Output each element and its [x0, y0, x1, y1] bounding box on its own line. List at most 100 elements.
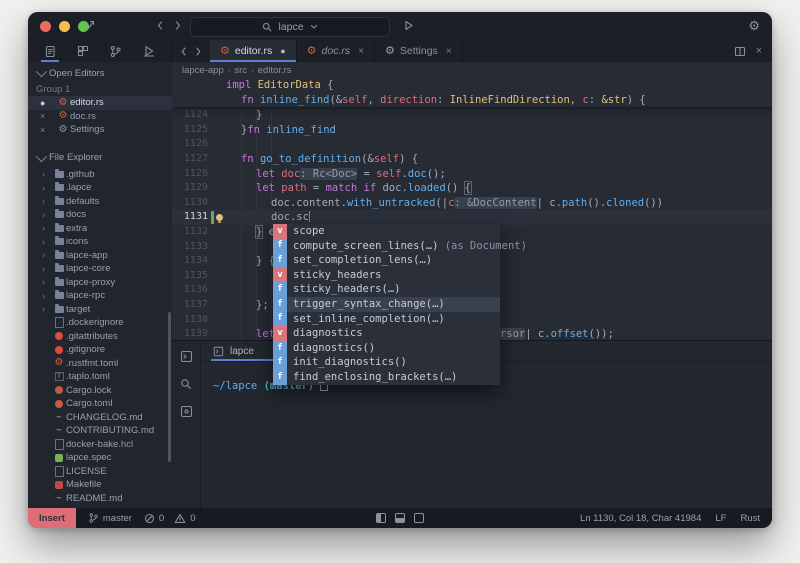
completion-item-trigger_syntax_change-[interactable]: f trigger_syntax_change(…)	[273, 296, 500, 312]
folder-lapce-core[interactable]: › lapce-core	[28, 262, 172, 276]
folder--github[interactable]: › .github	[28, 168, 172, 182]
close-icon[interactable]: ×	[446, 46, 452, 57]
line-ending[interactable]: LF	[715, 513, 726, 524]
folder--lapce[interactable]: › .lapce	[28, 181, 172, 195]
file-cargo-toml[interactable]: Cargo.toml	[28, 397, 172, 411]
code-line-1130[interactable]: 1130 doc.content.with_untracked(|c: &DocC…	[172, 196, 772, 211]
file-license[interactable]: LICENSE	[28, 465, 172, 479]
completion-label: sticky_headers(…)	[293, 283, 401, 296]
folder-lapce-app[interactable]: › lapce-app	[28, 249, 172, 263]
file-explorer-title: File Explorer	[49, 152, 103, 163]
tab-prev-button[interactable]	[180, 46, 187, 57]
completion-item-set_inline_completion-[interactable]: f set_inline_completion(…)	[273, 311, 500, 327]
split-editor-icon[interactable]	[734, 46, 746, 57]
completion-item-find_enclosing_brackets-[interactable]: f find_enclosing_brackets(…)	[273, 369, 500, 385]
debug-console-icon[interactable]	[180, 405, 193, 418]
sticky-line[interactable]: impl EditorData {	[172, 78, 772, 93]
file-explorer-icon[interactable]	[41, 40, 59, 62]
toggle-left-panel-icon[interactable]	[376, 513, 386, 523]
settings-gear-icon[interactable]: ⚙	[748, 18, 760, 34]
tab-settings[interactable]: ⚙ Settings ×	[375, 40, 463, 62]
folder-target[interactable]: › target	[28, 303, 172, 317]
completion-item-diagnostics[interactable]: v diagnostics	[273, 326, 500, 341]
code-line-1131[interactable]: 1131 doc.sc	[172, 210, 772, 225]
folder-docs[interactable]: › docs	[28, 208, 172, 222]
sidebar-scrollbar[interactable]	[168, 312, 171, 462]
file-readme-md[interactable]: ~ README.md	[28, 492, 172, 506]
minimize-window-button[interactable]	[59, 20, 70, 32]
folder-lapce-rpc[interactable]: › lapce-rpc	[28, 289, 172, 303]
file-makefile[interactable]: Makefile	[28, 478, 172, 492]
file-changelog-md[interactable]: ~ CHANGELOG.md	[28, 411, 172, 425]
file--gitignore[interactable]: .gitignore	[28, 343, 172, 357]
plugin-icon[interactable]	[77, 40, 89, 62]
completion-item-diagnostics-[interactable]: f diagnostics()	[273, 340, 500, 356]
debug-icon[interactable]	[143, 40, 155, 62]
breadcrumb[interactable]: lapce-app › src › editor.rs	[172, 62, 772, 79]
close-icon[interactable]: ×	[358, 46, 364, 57]
remote-connection-icon[interactable]	[84, 19, 97, 32]
code-line-1127[interactable]: 1127 fn go_to_definition(&self) {	[172, 152, 772, 167]
code-line-1125[interactable]: 1125}fn inline_find	[172, 123, 772, 138]
git-icon	[55, 345, 63, 354]
close-icon[interactable]: ×	[40, 111, 56, 121]
run-button[interactable]	[403, 19, 414, 32]
completion-item-sticky_headers[interactable]: v sticky_headers	[273, 267, 500, 283]
file-lapce-spec[interactable]: lapce.spec	[28, 451, 172, 465]
function-kind-icon: f	[273, 340, 287, 356]
dirty-indicator[interactable]: ●	[40, 98, 56, 108]
file-docker-bake-hcl[interactable]: docker-bake.hcl	[28, 438, 172, 452]
lapce-window: lapce ⚙ ⚙ editor.rs ● ⚙ doc.rs × ⚙ Settings ×	[28, 12, 772, 528]
close-window-button[interactable]	[40, 20, 51, 32]
close-editor-icon[interactable]: ×	[756, 45, 762, 57]
source-control-icon[interactable]	[109, 40, 122, 62]
terminal-icon[interactable]	[180, 350, 193, 363]
file-explorer-header[interactable]: File Explorer	[28, 147, 172, 165]
code-line-1126[interactable]: 1126	[172, 137, 772, 152]
problems-indicator[interactable]: 0 0	[144, 513, 196, 524]
tab-next-button[interactable]	[195, 46, 202, 57]
history-forward-button[interactable]	[174, 19, 182, 32]
completion-item-init_diagnostics-[interactable]: f init_diagnostics()	[273, 355, 500, 370]
code-line-1124[interactable]: 1124}	[172, 108, 772, 123]
command-palette-button[interactable]: lapce	[190, 16, 390, 37]
folder-defaults[interactable]: › defaults	[28, 195, 172, 209]
folder-extra[interactable]: › extra	[28, 222, 172, 236]
file--taplo-toml[interactable]: T .taplo.toml	[28, 370, 172, 384]
toggle-bottom-panel-icon[interactable]	[395, 513, 405, 523]
open-editors-list: ● ⚙ editor.rs × ⚙ doc.rs × ⚙ Settings	[28, 96, 172, 137]
open-editor-settings[interactable]: × ⚙ Settings	[28, 123, 172, 137]
open-editor-editor-rs[interactable]: ● ⚙ editor.rs	[28, 96, 172, 110]
close-icon[interactable]: ×	[40, 125, 56, 135]
sticky-line[interactable]: fn inline_find(&self, direction: InlineF…	[172, 93, 772, 108]
open-editors-header[interactable]: Open Editors	[28, 62, 172, 80]
file--dockerignore[interactable]: .dockerignore	[28, 316, 172, 330]
folder-icon	[54, 209, 64, 219]
history-back-button[interactable]	[156, 19, 164, 32]
folder-icons[interactable]: › icons	[28, 235, 172, 249]
git-branch-indicator[interactable]: master	[88, 512, 132, 524]
terminal-tab[interactable]: lapce	[211, 341, 280, 361]
completion-item-set_completion_lens-[interactable]: f set_completion_lens(…)	[273, 253, 500, 268]
tab-doc-rs[interactable]: ⚙ doc.rs ×	[297, 40, 375, 62]
completion-item-sticky_headers-[interactable]: f sticky_headers(…)	[273, 282, 500, 297]
completion-item-compute_screen_lines-[interactable]: f compute_screen_lines(…) (as Document)	[273, 238, 527, 254]
file-cargo-lock[interactable]: Cargo.lock	[28, 384, 172, 398]
lightbulb-icon[interactable]	[216, 214, 223, 224]
file--gitattributes[interactable]: .gitattributes	[28, 330, 172, 344]
tab-label: Settings	[399, 45, 438, 57]
search-icon[interactable]	[180, 378, 192, 390]
open-editor-doc-rs[interactable]: × ⚙ doc.rs	[28, 110, 172, 124]
folder-lapce-proxy[interactable]: › lapce-proxy	[28, 276, 172, 290]
completion-item-scope[interactable]: v scope	[273, 224, 500, 239]
file-contributing-md[interactable]: ~ CONTRIBUTING.md	[28, 424, 172, 438]
code-line-1129[interactable]: 1129 let path = match if doc.loaded() {	[172, 181, 772, 196]
tab-editor-rs[interactable]: ⚙ editor.rs ●	[210, 40, 297, 62]
editor-mode-badge[interactable]: Insert	[28, 508, 76, 528]
code-line-1128[interactable]: 1128 let doc: Rc<Doc> = self.doc();	[172, 167, 772, 182]
language-mode[interactable]: Rust	[740, 513, 760, 524]
toggle-right-panel-icon[interactable]	[414, 513, 424, 523]
cursor-position[interactable]: Ln 1130, Col 18, Char 41984	[580, 513, 701, 524]
folder-icon	[54, 290, 64, 300]
file--rustfmt-toml[interactable]: ⚙ .rustfmt.toml	[28, 357, 172, 371]
